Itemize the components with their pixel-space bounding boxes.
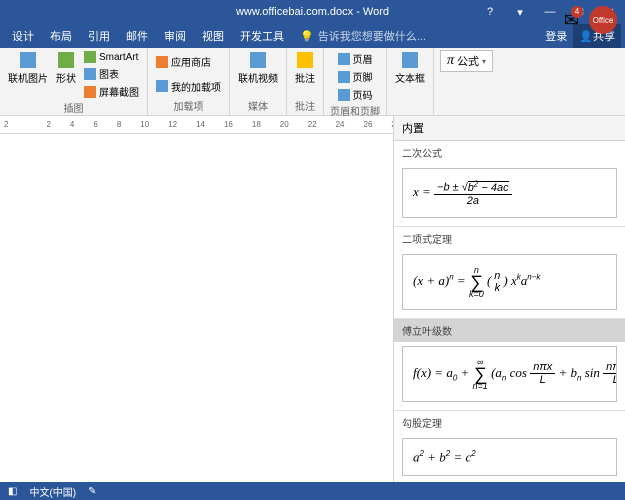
group-comments: 批注 批注	[287, 48, 324, 115]
title-bar: www.officebai.com.docx - Word ? ▾ — □ ✕	[0, 0, 625, 24]
my-addins-button[interactable]: 我的加载项	[154, 78, 223, 95]
eq-title: 傅立叶级数	[394, 319, 625, 342]
eq-item-quadratic[interactable]: 二次公式 x = −b ± √b2 − 4ac2a	[394, 141, 625, 227]
addins-icon	[156, 80, 168, 92]
comment-label: 批注	[295, 70, 315, 85]
eq-item-pythagoras[interactable]: 勾股定理 a2 + b2 = c2	[394, 411, 625, 482]
tab-references[interactable]: 引用	[80, 24, 118, 48]
eq-item-fourier[interactable]: 傅立叶级数 f(x) = a0 + ∞∑n=1 (an cos nπxL + b…	[394, 319, 625, 411]
screenshot-button[interactable]: 屏幕截图	[82, 83, 141, 100]
tell-me-placeholder: 告诉我您想要做什么...	[318, 28, 426, 44]
eq-title: 二项式定理	[394, 227, 625, 250]
shapes-label: 形状	[56, 70, 76, 85]
header-button[interactable]: 页眉	[336, 50, 375, 67]
video-icon	[250, 52, 266, 68]
eq-item-binomial[interactable]: 二项式定理 (x + a)n = n∑k=0 (nk) xkan−k	[394, 227, 625, 319]
mail-count-badge: 4	[571, 6, 583, 18]
gallery-header: 内置	[394, 116, 625, 141]
group-label	[409, 102, 412, 115]
lightbulb-icon: 💡	[300, 30, 314, 43]
doc-title: www.officebai.com.docx - Word	[236, 6, 389, 18]
status-bar: ◧ 中文(中国) ✎	[0, 482, 625, 500]
footer-button[interactable]: 页脚	[336, 68, 375, 85]
tell-me-search[interactable]: 💡 告诉我您想要做什么...	[292, 28, 539, 44]
shapes-button[interactable]: 形状	[54, 50, 78, 100]
eq-title: 二次公式	[394, 141, 625, 164]
screenshot-icon	[84, 86, 96, 98]
chart-button[interactable]: 图表	[82, 65, 141, 82]
chart-icon	[84, 68, 96, 80]
shapes-icon	[58, 52, 74, 68]
group-label: 页眉和页脚	[330, 103, 380, 120]
tab-layout[interactable]: 布局	[42, 24, 80, 48]
equation-dropdown[interactable]: π 公式 ▾	[440, 50, 493, 72]
equation-label: 公式	[457, 53, 479, 69]
chart-label: 图表	[99, 66, 119, 81]
group-addins: 应用商店 我的加载项 加载项	[148, 48, 230, 115]
status-indicator[interactable]: ◧	[8, 486, 17, 497]
textbox-label: 文本框	[395, 70, 425, 85]
picture-icon	[20, 52, 36, 68]
textbox-icon	[402, 52, 418, 68]
ribbon: 联机图片 形状 SmartArt 图表 屏幕截图 插图 应用商店 我的加载项 加…	[0, 48, 625, 116]
ribbon-tab-bar: 设计 布局 引用 邮件 审阅 视图 开发工具 💡告诉我您想要做什么... 登录 …	[0, 24, 625, 48]
smartart-button[interactable]: SmartArt	[82, 50, 141, 64]
store-button[interactable]: 应用商店	[154, 53, 223, 70]
eq-preview: f(x) = a0 + ∞∑n=1 (an cos nπxL + bn sin …	[402, 346, 617, 402]
tab-developer[interactable]: 开发工具	[232, 24, 292, 48]
group-label: 插图	[64, 100, 84, 117]
help-button[interactable]: ?	[475, 0, 505, 24]
comment-icon	[297, 52, 313, 68]
pi-icon: π	[447, 53, 454, 69]
header-icon	[338, 53, 350, 65]
online-pic-button[interactable]: 联机图片	[6, 50, 50, 100]
screenshot-label: 屏幕截图	[99, 84, 139, 99]
eq-preview: a2 + b2 = c2	[402, 438, 617, 476]
eq-preview: (x + a)n = n∑k=0 (nk) xkan−k	[402, 254, 617, 310]
smartart-icon	[84, 51, 96, 63]
pagenum-icon	[338, 89, 350, 101]
tab-view[interactable]: 视图	[194, 24, 232, 48]
chevron-down-icon: ▾	[482, 57, 486, 66]
proofing-icon[interactable]: ✎	[88, 486, 96, 497]
group-illustrations: 联机图片 形状 SmartArt 图表 屏幕截图 插图	[0, 48, 148, 115]
language-status[interactable]: 中文(中国)	[29, 484, 76, 499]
pagenum-label: 页码	[353, 87, 373, 102]
footer-label: 页脚	[353, 69, 373, 84]
textbox-button[interactable]: 文本框	[393, 50, 427, 102]
document-area[interactable]	[0, 134, 393, 482]
eq-preview: x = −b ± √b2 − 4ac2a	[402, 168, 617, 218]
smartart-label: SmartArt	[99, 52, 138, 63]
group-media: 联机视频 媒体	[230, 48, 287, 115]
minimize-button[interactable]: —	[535, 0, 565, 24]
store-label: 应用商店	[171, 54, 211, 69]
group-text: 文本框	[387, 48, 434, 115]
equation-gallery: 内置 二次公式 x = −b ± √b2 − 4ac2a 二项式定理 (x + …	[393, 116, 625, 482]
video-label: 联机视频	[238, 70, 278, 85]
group-header-footer: 页眉 页脚 页码 页眉和页脚	[324, 48, 387, 115]
group-equation: π 公式 ▾	[434, 48, 625, 115]
tab-review[interactable]: 审阅	[156, 24, 194, 48]
group-label: 媒体	[248, 98, 268, 115]
tab-design[interactable]: 设计	[4, 24, 42, 48]
online-pic-label: 联机图片	[8, 70, 48, 85]
mail-button[interactable]: ✉4	[564, 10, 579, 31]
pagenum-button[interactable]: 页码	[336, 86, 375, 103]
ribbon-collapse-button[interactable]: ▾	[505, 0, 535, 24]
header-label: 页眉	[353, 51, 373, 66]
tab-mailings[interactable]: 邮件	[118, 24, 156, 48]
store-icon	[156, 56, 168, 68]
footer-icon	[338, 71, 350, 83]
group-label: 批注	[295, 98, 315, 115]
my-addins-label: 我的加载项	[171, 79, 221, 94]
top-right-icons: ✉4 Office	[564, 6, 617, 34]
comment-button[interactable]: 批注	[293, 50, 317, 98]
video-button[interactable]: 联机视频	[236, 50, 280, 98]
office-badge[interactable]: Office	[589, 6, 617, 34]
group-label: 加载项	[174, 98, 204, 115]
eq-title: 勾股定理	[394, 411, 625, 434]
